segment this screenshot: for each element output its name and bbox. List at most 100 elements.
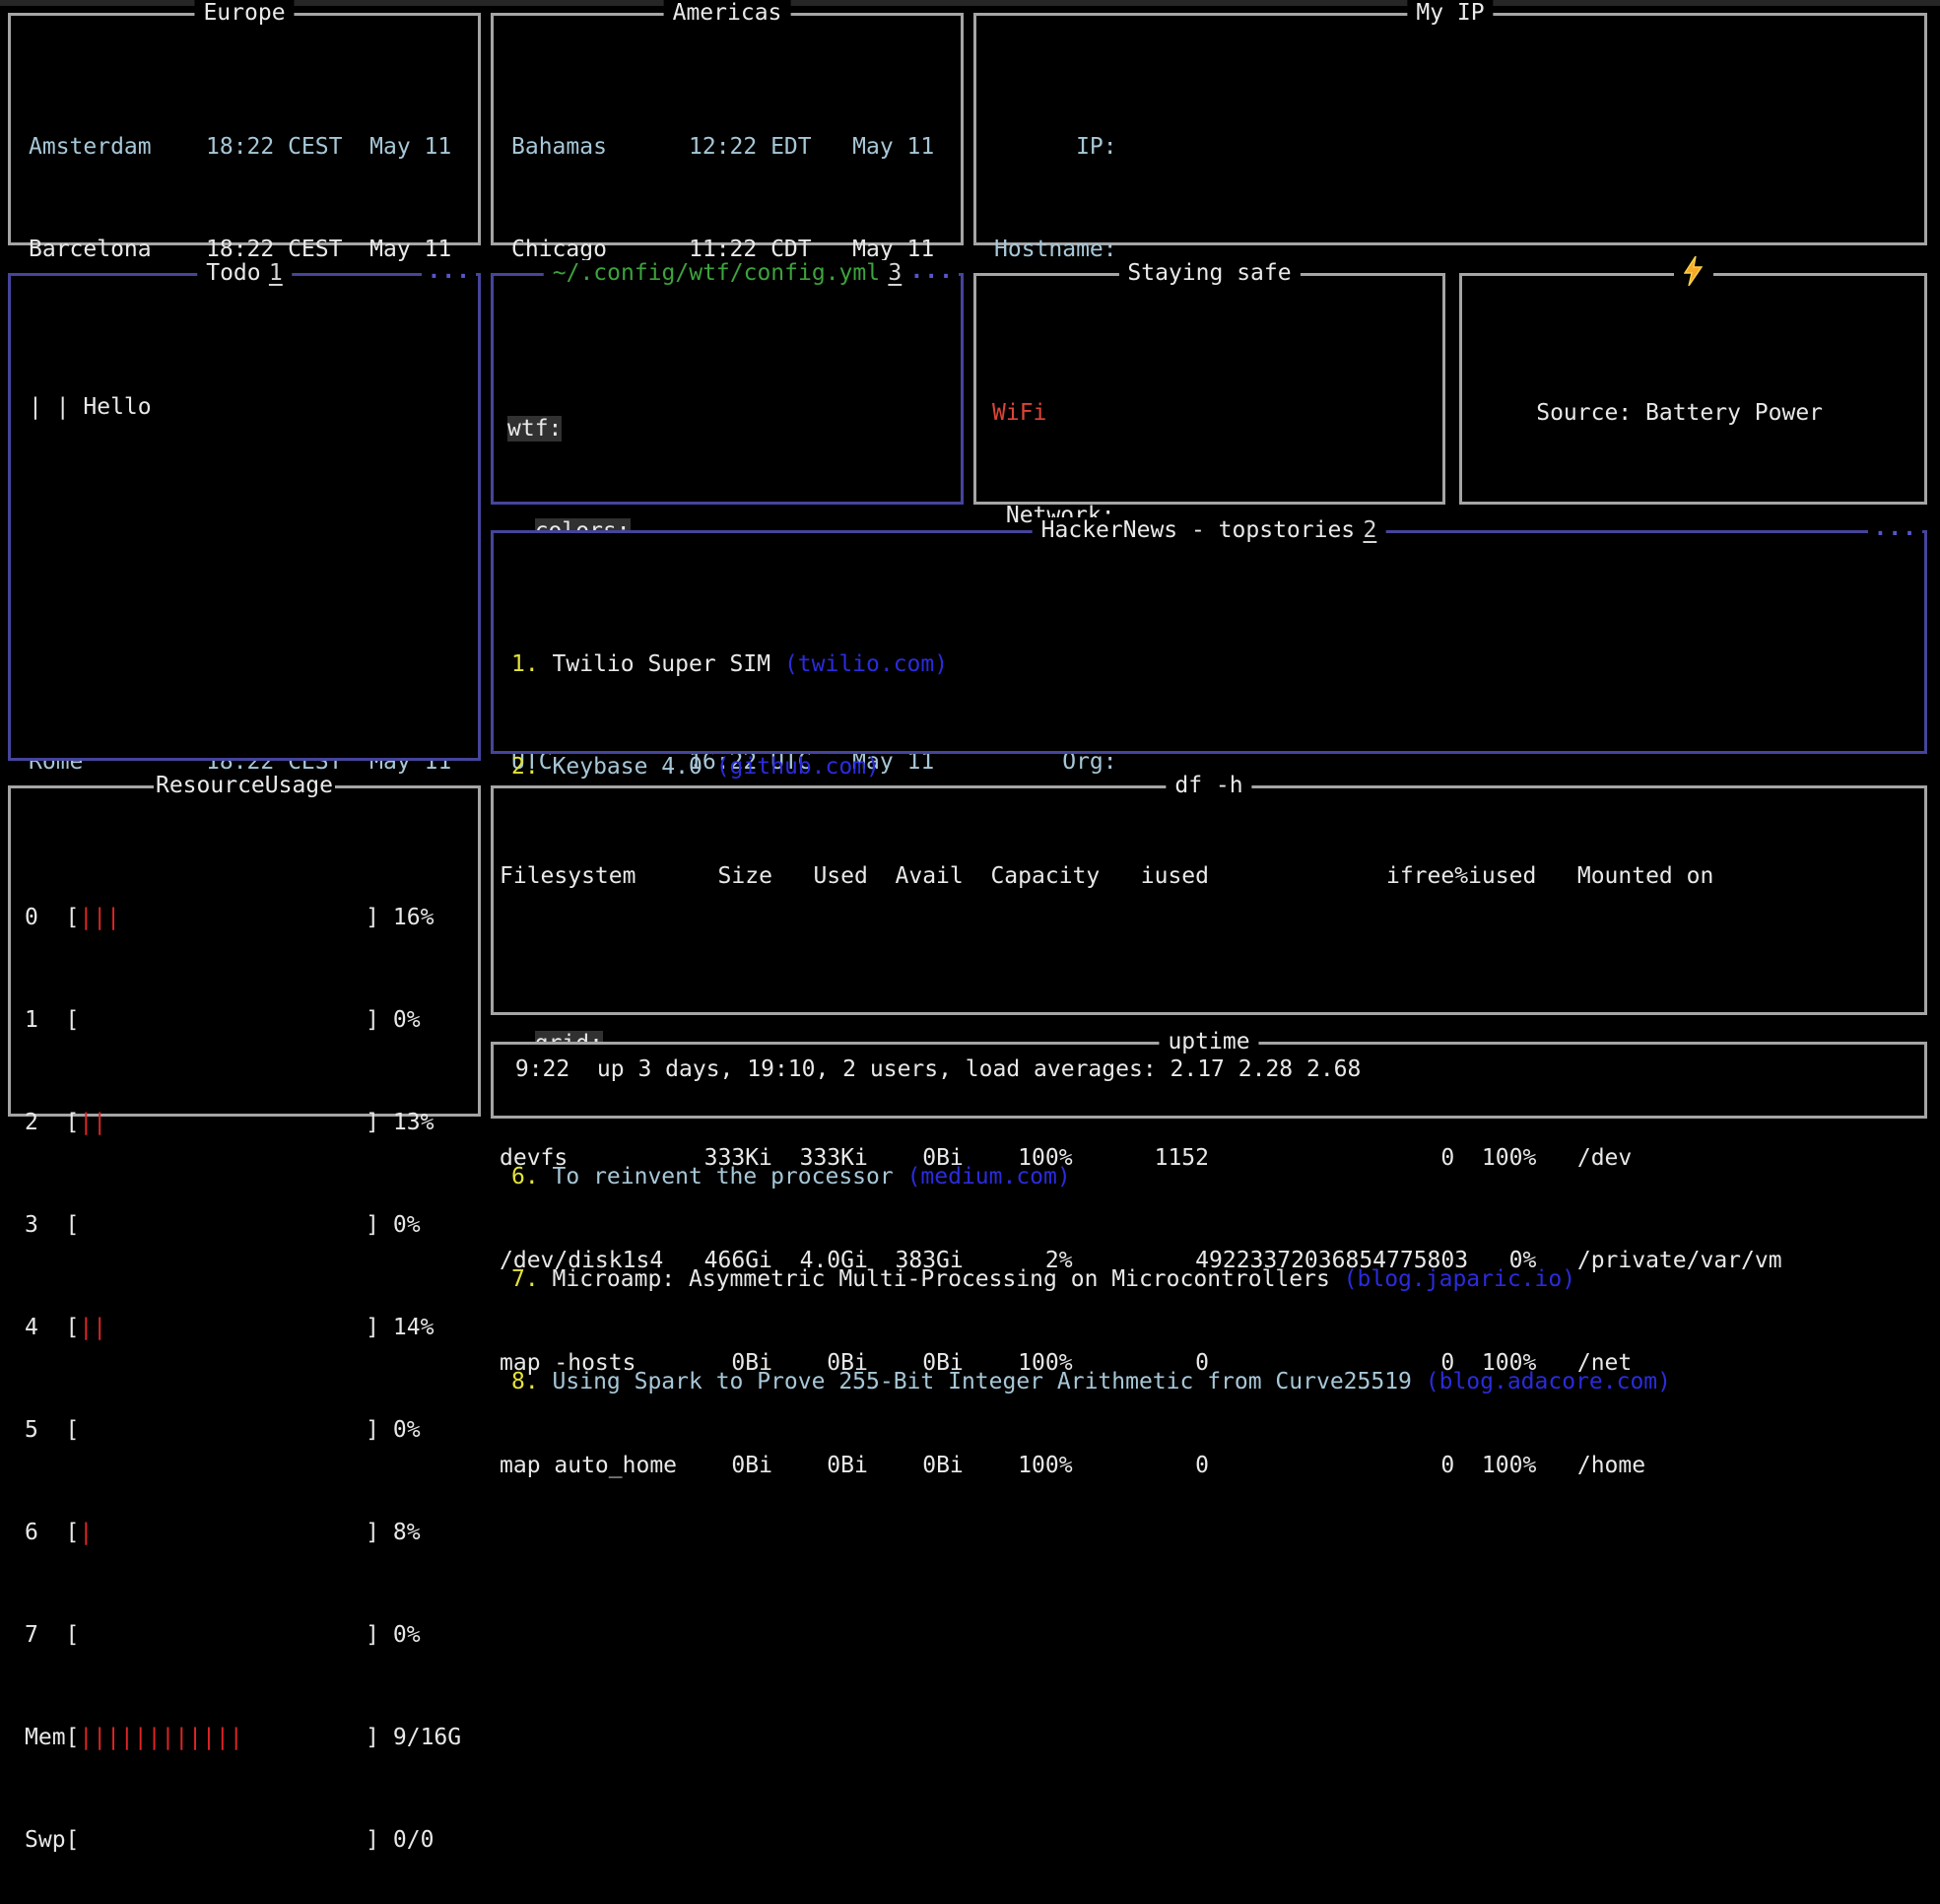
meter-label: 2 — [25, 1110, 66, 1135]
bracket-close: ] — [366, 1417, 379, 1443]
meter-fill-bars: | — [79, 1520, 93, 1545]
usage-meter-row: 1[]0% — [25, 1007, 468, 1033]
panel-staying-safe: Staying safe WiFi Network: Crypto: wpa2-… — [973, 273, 1445, 505]
field-label: IP: — [994, 134, 1117, 160]
cell-mounted-on: /home — [1536, 1453, 1918, 1478]
more-dots-icon[interactable]: ... — [422, 258, 476, 284]
story-domain-link[interactable]: (twilio.com) — [784, 651, 948, 677]
cell-capacity: 2% — [964, 1248, 1100, 1273]
panel-battery: Source:Battery Power Charge:85% Remainin… — [1459, 273, 1927, 505]
panel-title-text: Americas — [673, 0, 782, 26]
panel-title: Todo1 — [197, 260, 292, 286]
panel-todo[interactable]: Todo1 ... | | Hello — [8, 273, 481, 761]
more-dots-icon[interactable]: ... — [1868, 515, 1922, 541]
col-capacity: Capacity — [964, 863, 1100, 889]
cell-size: 466Gi — [677, 1248, 772, 1273]
meter-label: 7 — [25, 1622, 66, 1648]
meter-track — [79, 1417, 366, 1443]
story-domain-link[interactable]: (github.com) — [716, 754, 880, 780]
panel-clocks-europe: Europe Amsterdam18:22CESTMay 11 Barcelon… — [8, 13, 481, 245]
bracket-close: ] — [366, 1110, 379, 1135]
widget-index: 1 — [269, 260, 283, 286]
cell-used: 0Bi — [772, 1453, 868, 1478]
bracket-open: [ — [66, 1622, 80, 1648]
city-label: Bahamas — [511, 134, 689, 160]
timezone-label: EDT — [770, 134, 852, 160]
panel-title-text: My IP — [1416, 0, 1484, 26]
panel-config-file[interactable]: ~/.config/wtf/config.yml3 ... wtf: color… — [491, 273, 964, 505]
field-value — [1130, 237, 1914, 262]
cell-iused: 1152 — [1100, 1145, 1209, 1171]
col-iused: iused — [1100, 863, 1209, 889]
clock-row: Amsterdam18:22CESTMay 11 — [29, 134, 468, 160]
story-row[interactable]: 1.Twilio Super SIM (twilio.com) — [511, 651, 1914, 677]
panel-hackernews[interactable]: HackerNews - topstories2 ... 1.Twilio Su… — [491, 530, 1927, 754]
col-filesystem: Filesystem — [500, 863, 677, 889]
cell-filesystem: map -hosts — [500, 1350, 677, 1376]
panel-title: My IP — [1407, 0, 1493, 26]
cell-ifree: 0 — [1209, 1350, 1454, 1376]
cell-avail: 0Bi — [868, 1145, 964, 1171]
timezone-label: CEST — [288, 134, 369, 160]
meter-track — [79, 1007, 366, 1033]
cell-ifree: 9223372036854775803 — [1209, 1248, 1454, 1273]
disk-table-row: /dev/disk1s4466Gi4.0Gi383Gi2%49223372036… — [500, 1248, 1918, 1273]
usage-meter-row: 0[|||]16% — [25, 905, 468, 930]
usage-meter-row: 7[]0% — [25, 1622, 468, 1648]
panel-disk-usage: df -h FilesystemSizeUsedAvailCapacityius… — [491, 785, 1927, 1015]
cell-filesystem: map auto_home — [500, 1453, 677, 1478]
meter-track — [79, 1212, 366, 1238]
city-label: Amsterdam — [29, 134, 206, 160]
cell-percent-iused: 100% — [1454, 1453, 1536, 1478]
usage-meter-row: 6[|]8% — [25, 1520, 468, 1545]
story-title: Twilio Super SIM — [553, 651, 784, 677]
panel-clocks-americas: Americas Bahamas12:22EDTMay 11 Chicago11… — [491, 13, 964, 245]
panel-title-text: uptime — [1168, 1029, 1249, 1054]
meter-value: 14% — [393, 1315, 435, 1340]
meter-label: Swp — [25, 1827, 66, 1853]
cell-used: 0Bi — [772, 1350, 868, 1376]
meter-list: 0[|||]16% 1[]0% 2[||]13% 3[]0% 4[||]14% … — [11, 788, 478, 1904]
panel-title: Americas — [664, 0, 791, 26]
bracket-open: [ — [66, 1212, 80, 1238]
todo-item[interactable]: | | Hello — [29, 394, 468, 420]
col-mounted-on: Mounted on — [1536, 863, 1918, 889]
col-ifree: ifree — [1209, 863, 1454, 889]
cell-used: 4.0Gi — [772, 1248, 868, 1273]
meter-value: 9/16G — [393, 1725, 461, 1750]
config-line-text: wtf: — [507, 416, 562, 442]
meter-track: ||| — [79, 905, 366, 930]
usage-meter-row: 5[]0% — [25, 1417, 468, 1443]
todo-list: | | Hello — [11, 276, 478, 471]
cell-ifree: 0 — [1209, 1453, 1454, 1478]
panel-uptime: uptime 9:22 up 3 days, 19:10, 2 users, l… — [491, 1042, 1927, 1119]
cell-ifree: 0 — [1209, 1145, 1454, 1171]
bracket-open: [ — [66, 1110, 80, 1135]
meter-value: 0% — [393, 1007, 421, 1033]
usage-meter-row: Swp[]0/0 — [25, 1827, 468, 1853]
meter-fill-bars: ||| — [79, 905, 120, 930]
meter-value: 0/0 — [393, 1827, 435, 1853]
panel-title: ~/.config/wtf/config.yml3 — [544, 260, 911, 286]
meter-label: 5 — [25, 1417, 66, 1443]
cell-iused: 4 — [1100, 1248, 1209, 1273]
cell-filesystem: /dev/disk1s4 — [500, 1248, 677, 1273]
cell-capacity: 100% — [964, 1145, 1100, 1171]
lightning-bolt-icon — [1674, 256, 1713, 292]
more-dots-icon[interactable]: ... — [904, 258, 959, 284]
widget-index: 2 — [1363, 517, 1376, 543]
date-value: May 11 — [369, 134, 468, 160]
meter-track: | — [79, 1520, 366, 1545]
usage-meter-row: 3[]0% — [25, 1212, 468, 1238]
bracket-open: [ — [66, 1007, 80, 1033]
panel-title-text: ResourceUsage — [156, 773, 333, 798]
date-value: May 11 — [852, 134, 951, 160]
cell-size: 0Bi — [677, 1453, 772, 1478]
bracket-close: ] — [366, 1315, 379, 1340]
bracket-close: ] — [366, 1212, 379, 1238]
usage-meter-row: 4[||]14% — [25, 1315, 468, 1340]
cell-mounted-on: /dev — [1536, 1145, 1918, 1171]
bracket-close: ] — [366, 1827, 379, 1853]
panel-title: Staying safe — [1118, 260, 1300, 286]
cell-mounted-on: /private/var/vm — [1536, 1248, 1918, 1273]
